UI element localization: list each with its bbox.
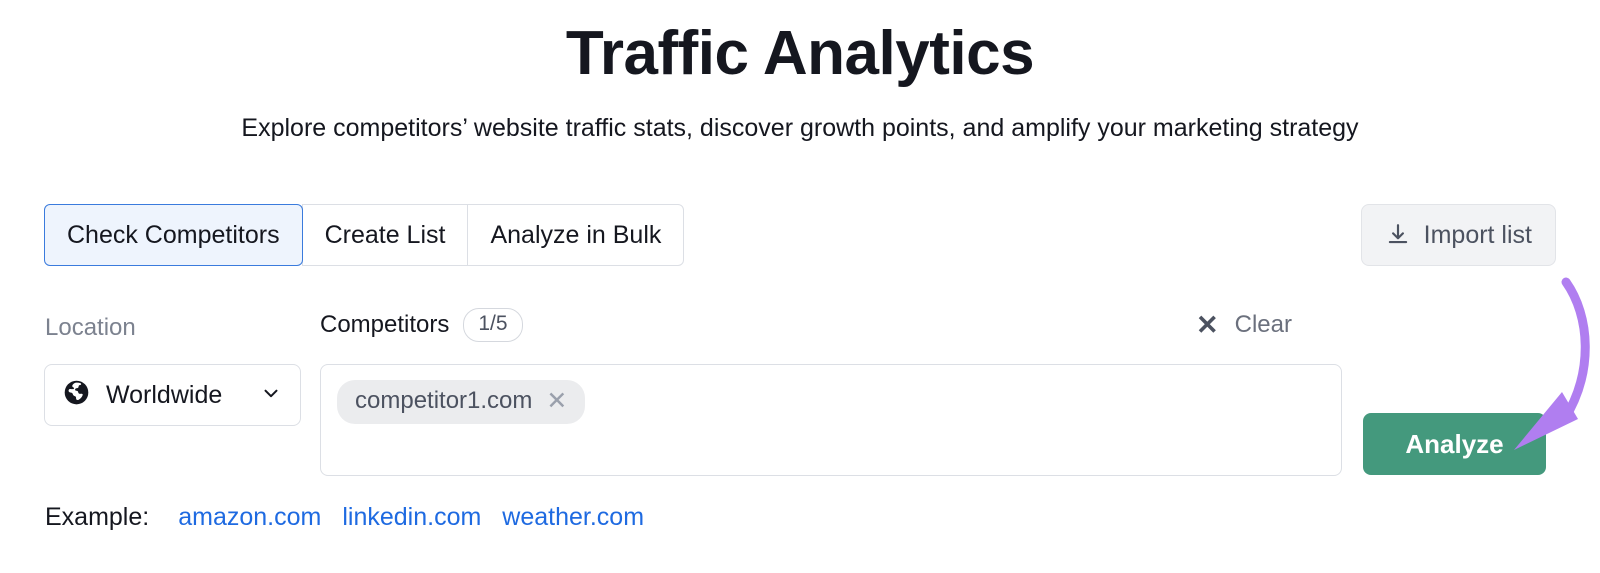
analyze-button[interactable]: Analyze [1363, 413, 1546, 475]
import-list-button[interactable]: Import list [1360, 204, 1556, 266]
chevron-down-icon [260, 382, 282, 409]
examples-row: Example: amazon.com linkedin.com weather… [45, 500, 644, 534]
example-link-weather[interactable]: weather.com [502, 500, 644, 534]
example-link-amazon[interactable]: amazon.com [178, 500, 321, 534]
close-icon[interactable]: ✕ [546, 388, 567, 414]
competitor-chip-label: competitor1.com [355, 387, 533, 414]
example-link-linkedin[interactable]: linkedin.com [342, 500, 481, 534]
tab-check-competitors[interactable]: Check Competitors [44, 204, 303, 266]
tab-label: Check Competitors [67, 220, 280, 249]
download-icon [1385, 222, 1411, 248]
close-icon: ✕ [1196, 309, 1219, 340]
tab-analyze-in-bulk[interactable]: Analyze in Bulk [467, 204, 685, 266]
tab-label: Analyze in Bulk [490, 220, 662, 249]
mode-tab-group: Check Competitors Create List Analyze in… [44, 204, 685, 266]
competitors-field-label: Competitors [320, 311, 450, 338]
competitor-chip[interactable]: competitor1.com ✕ [337, 380, 586, 424]
examples-label: Example: [45, 503, 150, 531]
import-list-label: Import list [1423, 220, 1532, 249]
tab-label: Create List [324, 220, 446, 249]
globe-icon [63, 379, 90, 411]
competitors-label-group: Competitors 1/5 [320, 308, 523, 342]
location-select[interactable]: Worldwide [44, 364, 301, 426]
tab-create-list[interactable]: Create List [301, 204, 468, 266]
page-title: Traffic Analytics [565, 19, 1035, 88]
page-subtitle: Explore competitors’ website traffic sta… [241, 114, 1359, 142]
clear-button[interactable]: ✕ Clear [1196, 308, 1292, 342]
clear-label: Clear [1234, 311, 1292, 338]
competitors-count-badge: 1/5 [463, 308, 523, 342]
location-value: Worldwide [106, 380, 223, 409]
competitors-input[interactable]: competitor1.com ✕ [320, 364, 1342, 476]
location-field-label: Location [45, 314, 136, 341]
